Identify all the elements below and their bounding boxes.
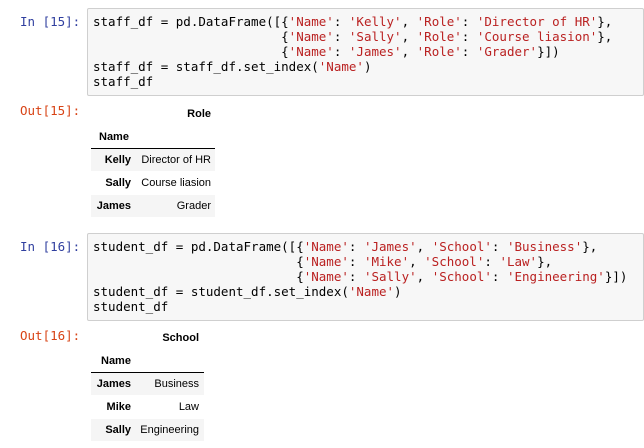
code-token: }]) bbox=[537, 44, 560, 59]
string-literal: 'James' bbox=[348, 44, 402, 59]
string-literal: 'Director of HR' bbox=[476, 14, 598, 29]
code-token: : bbox=[491, 239, 507, 254]
code-token: , bbox=[416, 239, 432, 254]
code-token: { bbox=[93, 269, 304, 284]
string-literal: 'Name' bbox=[318, 59, 364, 74]
input-prompt-16: In [16]: bbox=[20, 239, 81, 254]
string-literal: 'School' bbox=[424, 254, 485, 269]
string-literal: 'Engineering' bbox=[506, 269, 605, 284]
code-token: ) bbox=[394, 284, 402, 299]
string-literal: 'Name' bbox=[348, 284, 395, 299]
cell-value: Business bbox=[154, 378, 199, 390]
code-token: }, bbox=[537, 254, 553, 269]
code-token: staff_df = pd.DataFrame([{ bbox=[93, 14, 289, 29]
string-literal: 'Business' bbox=[506, 239, 583, 254]
code-cell-16[interactable]: student_df = pd.DataFrame([{'Name': 'Jam… bbox=[87, 233, 644, 321]
index-name-header: Name bbox=[101, 355, 131, 367]
code-token: , bbox=[416, 269, 432, 284]
code-token: : bbox=[484, 254, 500, 269]
string-literal: 'Role' bbox=[416, 44, 462, 59]
code-line: student_df bbox=[93, 299, 643, 314]
string-literal: 'James' bbox=[363, 239, 417, 254]
column-header-role: Role bbox=[187, 108, 211, 120]
code-line: staff_df = staff_df.set_index('Name') bbox=[93, 59, 643, 74]
code-token: , bbox=[401, 14, 417, 29]
code-line: student_df = pd.DataFrame([{'Name': 'Jam… bbox=[93, 239, 643, 254]
row-label: Mike bbox=[106, 401, 131, 413]
cell-value: Grader bbox=[176, 200, 211, 212]
code-line: {'Name': 'Sally', 'School': 'Engineering… bbox=[93, 269, 643, 284]
code-line: {'Name': 'James', 'Role': 'Grader'}]) bbox=[93, 44, 643, 59]
string-literal: 'School' bbox=[431, 239, 492, 254]
string-literal: 'Course liasion' bbox=[476, 29, 598, 44]
code-token: , bbox=[401, 44, 417, 59]
cell-value: Course liasion bbox=[141, 177, 211, 189]
string-literal: 'Name' bbox=[303, 254, 349, 269]
code-editor[interactable]: student_df = pd.DataFrame([{'Name': 'Jam… bbox=[93, 239, 643, 314]
code-token: : bbox=[333, 29, 349, 44]
output-prompt-15: Out[15]: bbox=[20, 103, 81, 118]
code-token: }]) bbox=[604, 269, 628, 284]
code-token: student_df = pd.DataFrame([{ bbox=[93, 239, 304, 254]
code-token: : bbox=[461, 14, 477, 29]
code-token: { bbox=[93, 44, 289, 59]
code-token: : bbox=[333, 44, 349, 59]
code-editor[interactable]: staff_df = pd.DataFrame([{'Name': 'Kelly… bbox=[93, 14, 643, 89]
string-literal: 'Sally' bbox=[348, 29, 402, 44]
output-prompt-16: Out[16]: bbox=[20, 328, 81, 343]
cell-value: Director of HR bbox=[141, 154, 211, 166]
code-line: student_df = student_df.set_index('Name'… bbox=[93, 284, 643, 299]
code-token: : bbox=[348, 239, 364, 254]
string-literal: 'Sally' bbox=[363, 269, 417, 284]
cell-value: Law bbox=[178, 401, 199, 413]
string-literal: 'Name' bbox=[288, 29, 334, 44]
string-literal: 'Name' bbox=[303, 269, 349, 284]
row-label: Sally bbox=[105, 424, 131, 436]
code-line: staff_df bbox=[93, 74, 643, 89]
row-label: Sally bbox=[105, 177, 131, 189]
code-token: , bbox=[401, 29, 417, 44]
code-token: }, bbox=[597, 29, 613, 44]
string-literal: 'Mike' bbox=[363, 254, 410, 269]
code-cell-15[interactable]: staff_df = pd.DataFrame([{'Name': 'Kelly… bbox=[87, 8, 644, 96]
code-token: , bbox=[409, 254, 425, 269]
string-literal: 'Role' bbox=[416, 29, 462, 44]
string-literal: 'Law' bbox=[499, 254, 538, 269]
code-token: student_df bbox=[93, 299, 169, 314]
column-header-school: School bbox=[162, 332, 199, 344]
string-literal: 'Name' bbox=[303, 239, 349, 254]
input-prompt-15: In [15]: bbox=[20, 14, 81, 29]
code-token: staff_df bbox=[93, 74, 154, 89]
row-label: James bbox=[96, 200, 131, 212]
code-token: }, bbox=[597, 14, 613, 29]
code-token: : bbox=[491, 269, 507, 284]
string-literal: 'Grader' bbox=[476, 44, 538, 59]
string-literal: 'Role' bbox=[416, 14, 462, 29]
code-token: : bbox=[461, 44, 477, 59]
code-token: staff_df = staff_df.set_index( bbox=[93, 59, 319, 74]
code-line: staff_df = pd.DataFrame([{'Name': 'Kelly… bbox=[93, 14, 643, 29]
code-token: ) bbox=[363, 59, 372, 74]
string-literal: 'Name' bbox=[288, 44, 334, 59]
cell-value: Engineering bbox=[140, 424, 199, 436]
code-token: student_df = student_df.set_index( bbox=[93, 284, 349, 299]
code-token: { bbox=[93, 29, 289, 44]
code-token: : bbox=[348, 254, 364, 269]
string-literal: 'Name' bbox=[288, 14, 334, 29]
code-line: {'Name': 'Mike', 'School': 'Law'}, bbox=[93, 254, 643, 269]
string-literal: 'School' bbox=[431, 269, 492, 284]
string-literal: 'Kelly' bbox=[348, 14, 402, 29]
row-label: Kelly bbox=[104, 154, 131, 166]
code-token: : bbox=[333, 14, 349, 29]
index-name-header: Name bbox=[99, 131, 129, 143]
code-line: {'Name': 'Sally', 'Role': 'Course liasio… bbox=[93, 29, 643, 44]
code-token: : bbox=[348, 269, 364, 284]
code-token: : bbox=[461, 29, 477, 44]
row-label: James bbox=[96, 378, 131, 390]
code-token: }, bbox=[582, 239, 598, 254]
code-token: { bbox=[93, 254, 304, 269]
